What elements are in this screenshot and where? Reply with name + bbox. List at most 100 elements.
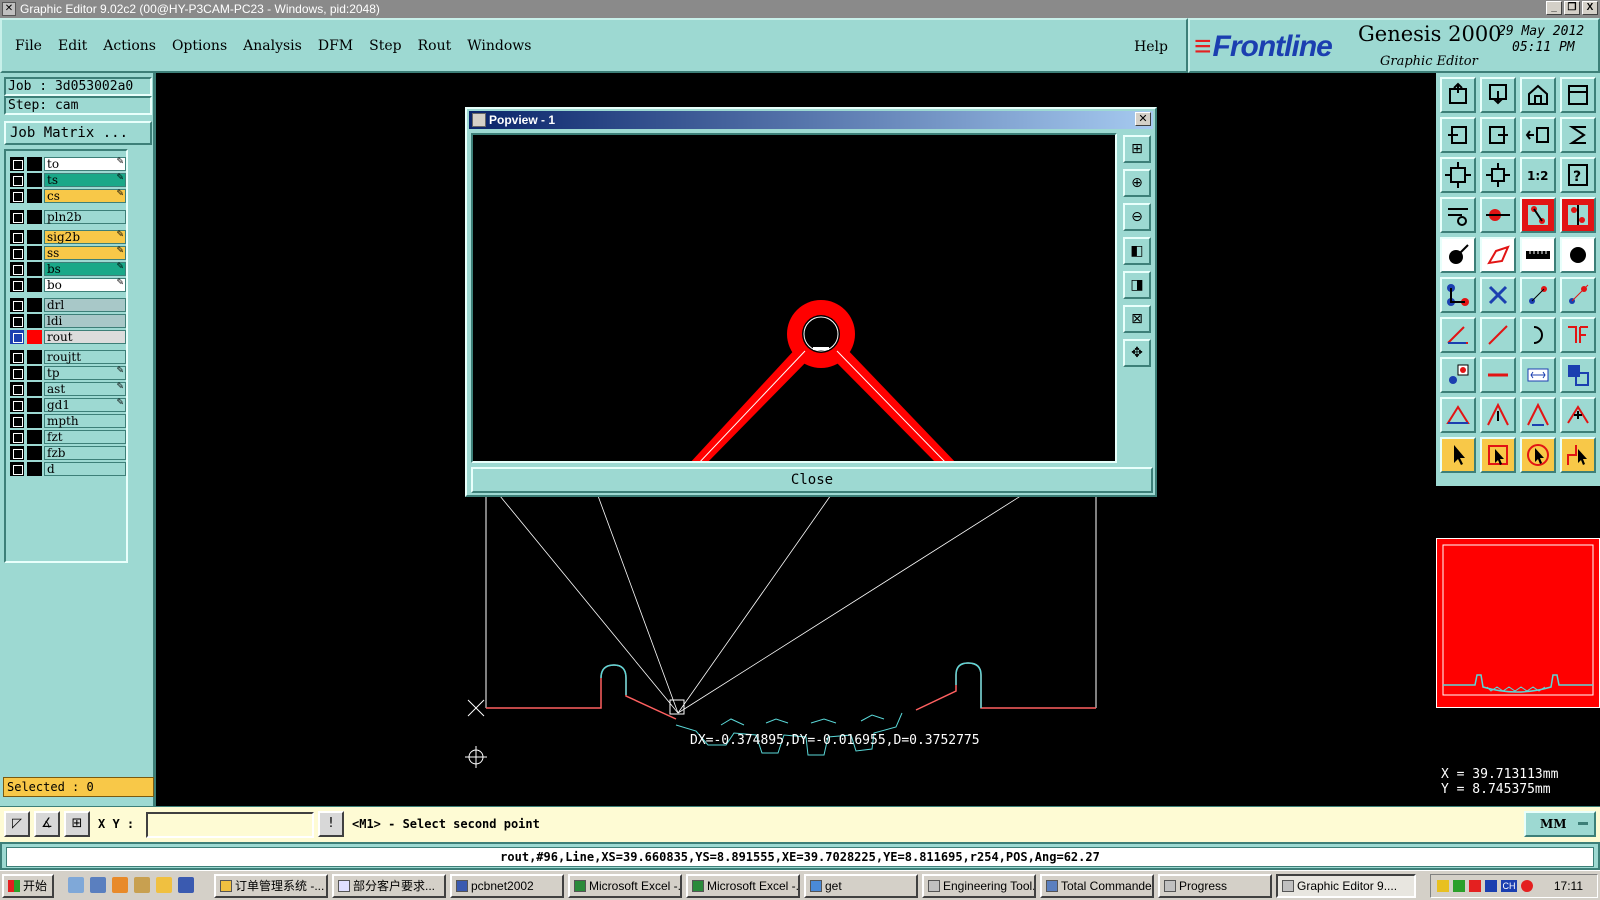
layer-name[interactable]: drl: [44, 298, 126, 312]
home-view-icon[interactable]: [1520, 77, 1556, 113]
minimize-button[interactable]: _: [1546, 1, 1562, 15]
quicklaunch-explorer-icon[interactable]: [134, 877, 150, 893]
tools-icon[interactable]: [1440, 197, 1476, 233]
pan-right-icon[interactable]: ◨: [1123, 271, 1151, 299]
ruler-icon[interactable]: [1520, 237, 1556, 273]
triangle-edit-icon[interactable]: [1440, 397, 1476, 433]
layer-checkbox[interactable]: [10, 157, 24, 171]
pan-left-icon[interactable]: ◧: [1123, 237, 1151, 265]
task-total-commander[interactable]: Total Commande...: [1040, 874, 1154, 898]
select-pointer-icon[interactable]: [1440, 437, 1476, 473]
connect-lines-icon[interactable]: [1440, 277, 1476, 313]
layer-color-swatch[interactable]: [27, 189, 42, 203]
layer-checkbox[interactable]: [10, 430, 24, 444]
layer-row-ss[interactable]: ss ✎: [10, 246, 126, 260]
snap-center-icon[interactable]: ⊞: [64, 811, 90, 837]
angle-icon[interactable]: [1440, 317, 1476, 353]
select-box-icon[interactable]: [1480, 437, 1516, 473]
layer-name[interactable]: d: [44, 462, 126, 476]
horizontal-line-icon[interactable]: [1480, 357, 1516, 393]
layer-name[interactable]: fzt: [44, 430, 126, 444]
layer-name[interactable]: ss: [44, 246, 126, 260]
layer-color-swatch[interactable]: [27, 298, 42, 312]
layer-color-swatch[interactable]: [27, 382, 42, 396]
layer-color-swatch[interactable]: [27, 314, 42, 328]
fit-profile-icon[interactable]: ✥: [1123, 339, 1151, 367]
xy-input[interactable]: [146, 812, 314, 838]
restore-button[interactable]: ❐: [1564, 1, 1580, 15]
layer-row-gd1[interactable]: gd1 ✎: [10, 398, 126, 412]
task-progress[interactable]: Progress: [1158, 874, 1272, 898]
layer-name[interactable]: cs: [44, 189, 126, 203]
layer-color-swatch[interactable]: [27, 414, 42, 428]
task-customer-requirements[interactable]: 部分客户要求...: [332, 874, 446, 898]
redraw-icon[interactable]: [1560, 117, 1596, 153]
tray-security-icon[interactable]: [1469, 880, 1481, 892]
point-offset-icon[interactable]: [1440, 357, 1476, 393]
popview-close-button[interactable]: Close: [471, 467, 1153, 493]
arc-icon[interactable]: [1520, 317, 1556, 353]
layer-color-swatch[interactable]: [27, 230, 42, 244]
layer-color-swatch[interactable]: [27, 398, 42, 412]
task-excel-1[interactable]: Microsoft Excel -...: [568, 874, 682, 898]
tray-language[interactable]: CH: [1501, 880, 1517, 892]
layer-checkbox[interactable]: [10, 382, 24, 396]
layer-row-mpth[interactable]: mpth: [10, 414, 126, 428]
quicklaunch-media-icon[interactable]: [112, 877, 128, 893]
layer-checkbox[interactable]: [10, 398, 24, 412]
layer-checkbox[interactable]: [10, 246, 24, 260]
layer-color-swatch[interactable]: [27, 278, 42, 292]
task-excel-2[interactable]: Microsoft Excel -...: [686, 874, 800, 898]
fit-all-icon[interactable]: ⊠: [1123, 305, 1151, 333]
add-pad-icon[interactable]: [1440, 237, 1476, 273]
scale-one-two-icon[interactable]: 1:2: [1520, 157, 1556, 193]
select-net-icon[interactable]: [1560, 437, 1596, 473]
task-order-system[interactable]: 订单管理系统 -...: [214, 874, 328, 898]
layer-color-swatch[interactable]: [27, 462, 42, 476]
group-icon[interactable]: [1560, 357, 1596, 393]
tray-input-method-icon[interactable]: [1521, 880, 1533, 892]
vertex-add-icon[interactable]: [1520, 397, 1556, 433]
measure-icon[interactable]: [1520, 197, 1556, 233]
job-matrix-button[interactable]: Job Matrix ...: [4, 121, 152, 145]
layer-row-ldi[interactable]: ldi: [10, 314, 126, 328]
menu-windows[interactable]: Windows: [467, 38, 531, 54]
popview-close-icon[interactable]: ✕: [1135, 112, 1151, 126]
layer-name[interactable]: roujtt: [44, 350, 126, 364]
task-engineering-tool[interactable]: Engineering Tool...: [922, 874, 1036, 898]
layer-name[interactable]: sig2b: [44, 230, 126, 244]
layer-color-swatch[interactable]: [27, 330, 42, 344]
intersect-icon[interactable]: [1480, 277, 1516, 313]
menu-edit[interactable]: Edit: [58, 38, 87, 54]
layer-checkbox[interactable]: [10, 446, 24, 460]
layer-checkbox[interactable]: [10, 262, 24, 276]
snap-angle-icon[interactable]: ∡: [34, 811, 60, 837]
layer-color-swatch[interactable]: [27, 350, 42, 364]
vertex-up-icon[interactable]: [1480, 397, 1516, 433]
layer-checkbox[interactable]: [10, 350, 24, 364]
layer-name[interactable]: gd1: [44, 398, 126, 412]
layer-name[interactable]: rout: [44, 330, 126, 344]
slope-line-icon[interactable]: [1480, 317, 1516, 353]
layer-row-pln2b[interactable]: pln2b: [10, 210, 126, 224]
layer-name[interactable]: fzb: [44, 446, 126, 460]
layer-name[interactable]: ts: [44, 173, 126, 187]
layer-checkbox[interactable]: [10, 230, 24, 244]
layer-checkbox[interactable]: [10, 366, 24, 380]
layer-row-sig2b[interactable]: sig2b ✎: [10, 230, 126, 244]
menu-file[interactable]: File: [15, 38, 42, 54]
show-desktop-icon[interactable]: [68, 877, 84, 893]
menu-help[interactable]: Help: [1134, 39, 1168, 55]
layer-name[interactable]: pln2b: [44, 210, 126, 224]
layer-row-bo[interactable]: bo ✎: [10, 278, 126, 292]
layer-color-swatch[interactable]: [27, 246, 42, 260]
zoom-out-icon[interactable]: ⊖: [1123, 203, 1151, 231]
layer-color-swatch[interactable]: [27, 173, 42, 187]
layer-row-bs[interactable]: bs ✎: [10, 262, 126, 276]
layer-color-swatch[interactable]: [27, 446, 42, 460]
layer-row-to[interactable]: to ✎: [10, 157, 126, 171]
layer-checkbox[interactable]: [10, 173, 24, 187]
extend-line-icon[interactable]: [1560, 277, 1596, 313]
layer-row-rout[interactable]: rout: [10, 330, 126, 344]
layer-checkbox[interactable]: [10, 278, 24, 292]
